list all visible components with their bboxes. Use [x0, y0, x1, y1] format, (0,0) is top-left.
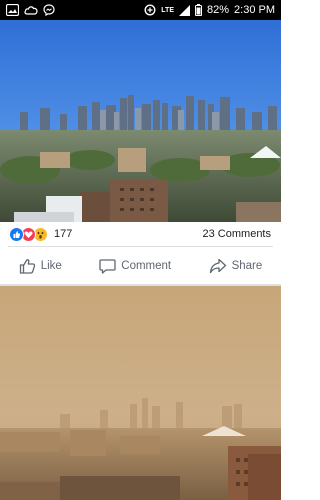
post-photo-clear-skyline[interactable] — [0, 20, 281, 222]
status-bar: LTE 82% 2:30 PM — [0, 0, 281, 20]
status-right-icons: LTE 82% 2:30 PM — [144, 4, 275, 16]
reactions-summary[interactable]: 177 — [9, 226, 73, 242]
share-button[interactable]: Share — [209, 258, 263, 274]
comments-count-link[interactable]: 23 Comments — [203, 228, 271, 240]
post-actions-bar: Like Comment Share — [0, 247, 281, 284]
gallery-icon — [6, 4, 19, 16]
cloud-icon — [24, 6, 38, 15]
like-label: Like — [40, 259, 62, 272]
thumbs-up-icon — [19, 258, 35, 274]
reaction-count: 177 — [54, 228, 73, 240]
comment-label: Comment — [121, 259, 172, 272]
post-photo-smoky-skyline[interactable] — [0, 286, 281, 500]
comment-button[interactable]: Comment — [99, 258, 171, 274]
share-label: Share — [231, 259, 263, 272]
status-left-icons — [6, 4, 55, 16]
like-button[interactable]: Like — [19, 258, 62, 274]
reactions-bar: 177 23 Comments — [0, 222, 281, 246]
network-type: LTE — [161, 6, 174, 14]
signal-icon — [179, 4, 190, 16]
data-saver-icon — [144, 4, 156, 16]
messenger-icon — [43, 4, 55, 16]
comment-bubble-icon — [99, 258, 116, 274]
share-arrow-icon — [209, 258, 226, 273]
like-reaction-icon — [9, 226, 24, 242]
battery-icon — [195, 4, 202, 16]
clock-time: 2:30 PM — [234, 4, 275, 16]
battery-level: 82% — [207, 4, 230, 16]
